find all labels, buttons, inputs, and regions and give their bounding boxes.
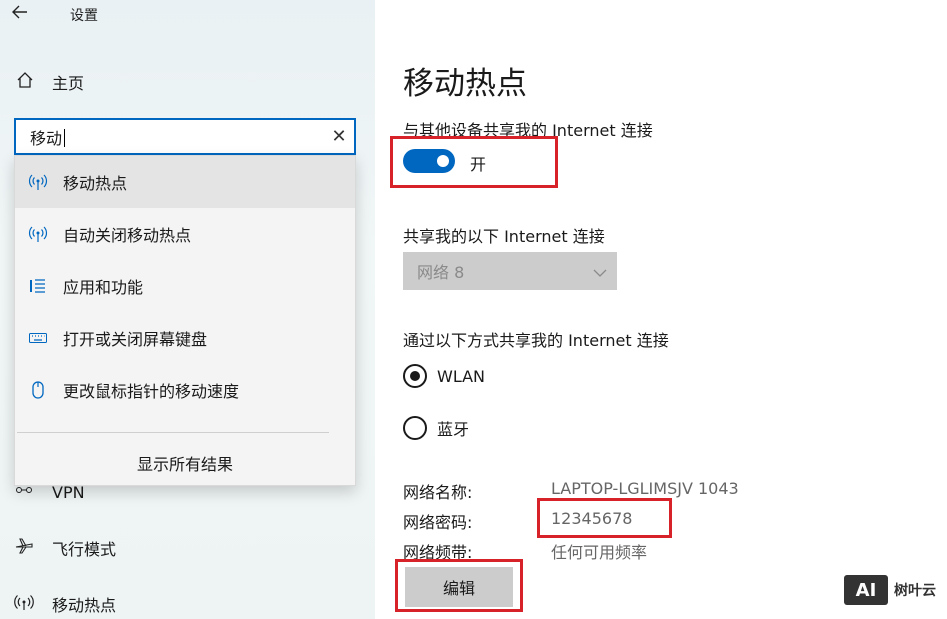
radio-label: WLAN (437, 366, 486, 386)
radio-button[interactable] (403, 364, 427, 388)
settings-content: 移动热点 与其他设备共享我的 Internet 连接 开 共享我的以下 Inte… (375, 0, 947, 619)
chevron-down-icon (593, 262, 607, 281)
radio-label: 蓝牙 (437, 420, 470, 439)
share-from-value: 网络 8 (417, 263, 465, 282)
page-title: 移动热点 (403, 66, 527, 102)
watermark: AI 树叶云 (844, 575, 936, 605)
search-result-label: 自动关闭移动热点 (63, 226, 192, 245)
search-result-item[interactable]: 更改鼠标指针的移动速度 (15, 364, 355, 416)
search-result-item[interactable]: 打开或关闭屏幕键盘 (15, 312, 355, 364)
home-icon (16, 71, 34, 93)
network-name-value: LAPTOP-LGLIMSJV 1043 (551, 479, 739, 498)
window-title: 设置 (70, 8, 98, 24)
search-result-label: 更改鼠标指针的移动速度 (63, 382, 240, 401)
search-result-label: 应用和功能 (63, 278, 144, 297)
radio-wlan[interactable]: WLAN (403, 364, 485, 388)
sidebar-item-label: 移动热点 (52, 596, 117, 615)
search-results-dropdown: 移动热点 自动关闭移动热点 应用和功能 打开或关闭屏幕键盘 更改鼠标指针的移动速… (14, 155, 356, 486)
network-band-value: 任何可用频率 (551, 543, 648, 562)
highlight-box (395, 559, 523, 612)
search-input[interactable]: 移动 (16, 125, 324, 149)
mouse-icon (27, 379, 49, 401)
sidebar-item-label: 飞行模式 (52, 540, 117, 559)
radio-dot (410, 371, 420, 381)
show-all-results-link[interactable]: 显示所有结果 (15, 451, 355, 475)
network-name-key: 网络名称: (403, 483, 473, 502)
radio-bluetooth[interactable]: 蓝牙 (403, 416, 469, 440)
radio-button[interactable] (403, 416, 427, 440)
settings-sidebar: 设置 主页 VPN 飞行模式 移动热点 移动 ✕ 移动热点 自动关闭移动热点 应… (0, 0, 375, 619)
search-result-label: 打开或关闭屏幕键盘 (63, 330, 208, 349)
divider (17, 432, 329, 433)
search-result-item[interactable]: 应用和功能 (15, 260, 355, 312)
hotspot-icon (27, 171, 49, 193)
highlight-box (537, 498, 672, 538)
search-result-label: 移动热点 (63, 174, 128, 193)
search-result-item[interactable]: 自动关闭移动热点 (15, 208, 355, 260)
sidebar-item-mobile-hotspot[interactable]: 移动热点 (14, 592, 116, 616)
share-via-label: 通过以下方式共享我的 Internet 连接 (403, 331, 669, 350)
watermark-text: 树叶云 (894, 583, 936, 599)
highlight-box (390, 136, 558, 188)
search-result-item[interactable]: 移动热点 (15, 156, 355, 208)
hotspot-icon (27, 223, 49, 245)
hotspot-icon (14, 592, 34, 616)
keyboard-icon (27, 327, 49, 349)
sidebar-item-label: 主页 (52, 74, 85, 93)
share-from-select[interactable]: 网络 8 (403, 252, 617, 290)
clear-icon[interactable]: ✕ (324, 126, 354, 147)
search-box[interactable]: 移动 ✕ (14, 118, 356, 155)
airplane-icon (14, 536, 34, 560)
list-icon (27, 275, 49, 297)
sidebar-item-home[interactable]: 主页 (16, 70, 84, 94)
back-arrow-icon[interactable] (12, 4, 36, 24)
network-password-key: 网络密码: (403, 513, 473, 532)
sidebar-item-airplane-mode[interactable]: 飞行模式 (14, 536, 116, 560)
share-from-label: 共享我的以下 Internet 连接 (403, 227, 605, 246)
watermark-logo: AI (844, 575, 888, 605)
